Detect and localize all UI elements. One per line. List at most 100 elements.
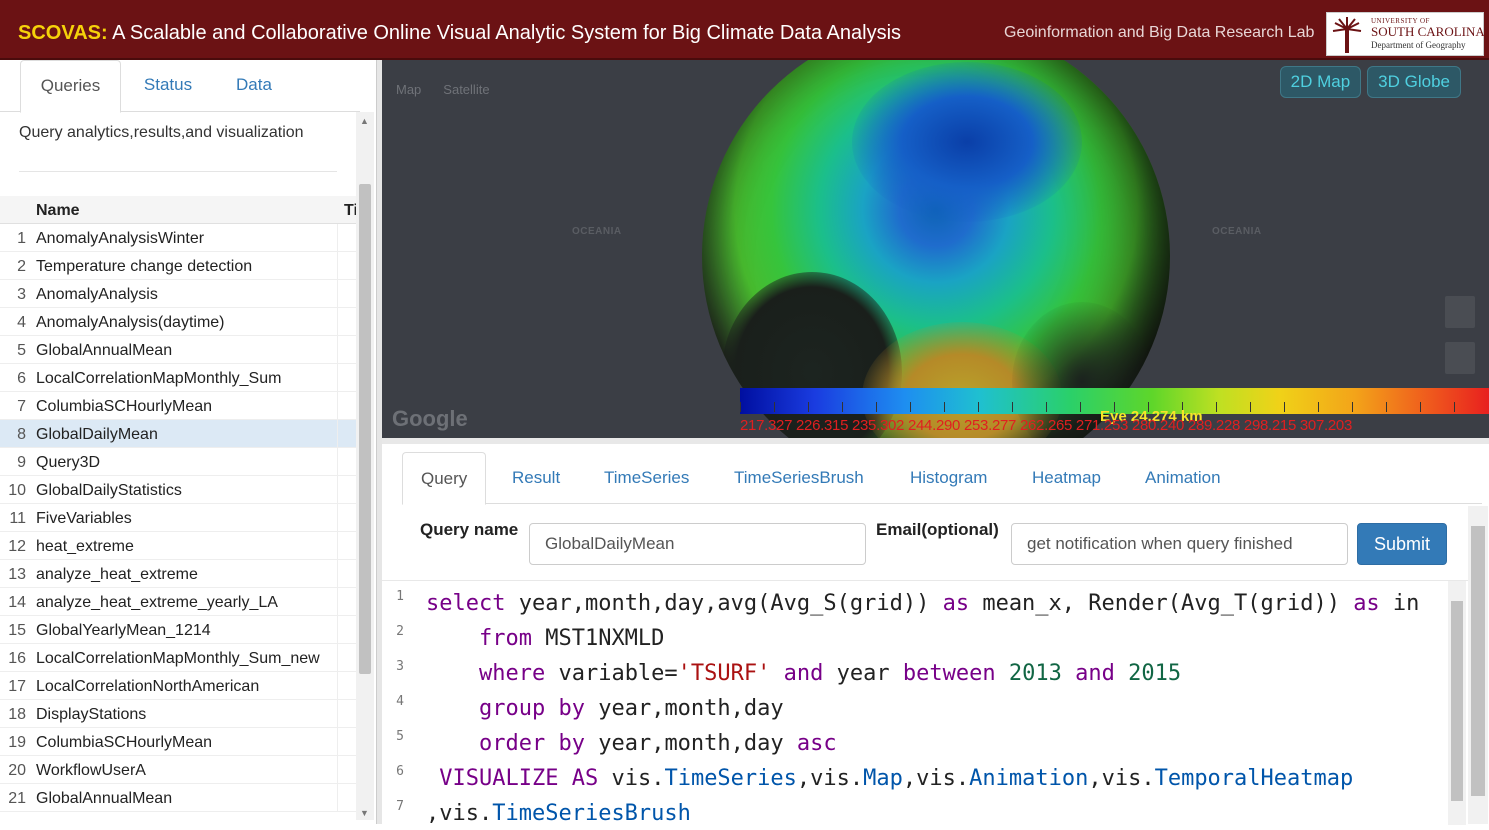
view-toggle: 2D Map 3D Globe [1274,66,1461,98]
table-row[interactable]: 5 GlobalAnnualMean [0,336,356,364]
legend-tick [774,402,775,412]
query-name: heat_extreme [36,538,134,555]
line-number: 3 [396,659,404,674]
query-name: analyze_heat_extreme_yearly_LA [36,594,278,611]
table-header: Name Ti [0,196,356,224]
map-type-satellite[interactable]: Satellite [443,82,489,97]
2d-map-button[interactable]: 2D Map [1279,66,1362,98]
table-row[interactable]: 19 ColumbiaSCHourlyMean [0,728,356,756]
email-input[interactable]: get notification when query finished [1011,523,1348,565]
legend-tick [842,402,843,412]
row-number: 8 [17,426,26,443]
tab-timeseries[interactable]: TimeSeries [604,452,689,504]
scroll-up-icon[interactable]: ▲ [360,116,369,126]
row-number: 15 [8,622,26,639]
legend-tick [978,402,979,412]
table-row[interactable]: 21 GlobalAnnualMean [0,784,356,812]
query-name: analyze_heat_extreme [36,566,198,583]
tab-heatmap[interactable]: Heatmap [1032,452,1101,504]
code-token: year,month,day [584,731,797,756]
divider [19,171,337,172]
query-name: AnomalyAnalysis(daytime) [36,314,225,331]
globe-cold-region [852,62,1082,222]
map-type-map[interactable]: Map [396,82,421,97]
table-row[interactable]: 17 LocalCorrelationNorthAmerican [0,672,356,700]
query-tabs: Query Result TimeSeries TimeSeriesBrush … [402,452,1482,505]
scroll-down-icon[interactable]: ▼ [360,808,369,818]
code-token: between [902,661,996,686]
code-line[interactable]: group by year,month,day [426,696,784,721]
column-header-name[interactable]: Name [36,202,80,220]
code-line[interactable]: VISUALIZE AS vis.TimeSeries,vis.Map,vis.… [426,766,1353,791]
table-row[interactable]: 7 ColumbiaSCHourlyMean [0,392,356,420]
code-line[interactable]: from MST1NXMLD [426,626,664,651]
tab-animation[interactable]: Animation [1145,452,1221,504]
table-row[interactable]: 10 GlobalDailyStatistics [0,476,356,504]
code-line[interactable]: select year,month,day,avg(Avg_S(grid)) a… [426,591,1419,616]
editor-scrollbar-thumb[interactable] [1451,601,1463,801]
map-type-control[interactable]: Map Satellite [396,82,490,97]
legend-tick [1250,402,1251,412]
table-row[interactable]: 13 analyze_heat_extreme [0,560,356,588]
row-number: 16 [8,650,26,667]
legend-tick [1454,402,1455,412]
submit-button[interactable]: Submit [1357,523,1447,565]
map-view[interactable]: Map Satellite OCEANIA OCEANIA 2D Map 3D Gl… [382,60,1489,438]
zoom-in-icon[interactable] [1445,342,1475,374]
row-number: 18 [8,706,26,723]
table-row[interactable]: 1 AnomalyAnalysisWinter [0,224,356,252]
code-token: order [478,731,546,756]
table-row[interactable]: 16 LocalCorrelationMapMonthly_Sum_new [0,644,356,672]
line-number: 1 [396,589,404,604]
palmetto-tree-icon [1332,17,1362,53]
tab-queries[interactable]: Queries [20,60,121,113]
left-tabs: Queries Status Data [0,60,360,113]
table-row[interactable]: 18 DisplayStations [0,700,356,728]
query-name: GlobalAnnualMean [36,342,173,359]
scrollbar-thumb[interactable] [359,184,371,674]
lab-name[interactable]: Geoinformation and Big Data Research Lab [1004,24,1314,42]
tab-timeseriesbrush[interactable]: TimeSeriesBrush [734,452,864,504]
tab-data[interactable]: Data [220,60,288,112]
editor-scrollbar[interactable] [1448,581,1466,825]
table-row[interactable]: 15 GlobalYearlyMean_1214 [0,616,356,644]
table-row[interactable]: 8 GlobalDailyMean [0,420,356,448]
table-row[interactable]: 2 Temperature change detection [0,252,356,280]
left-scrollbar[interactable]: ▲ ▼ [356,112,374,820]
tab-status[interactable]: Status [128,60,208,112]
table-row[interactable]: 20 WorkflowUserA [0,756,356,784]
column-header-second[interactable]: Ti [344,202,356,220]
code-token: vis. [598,766,665,791]
panel-scrollbar-thumb[interactable] [1471,526,1485,796]
code-token: year,month,day,avg(Avg_S(grid)) [505,591,943,616]
table-row[interactable]: 3 AnomalyAnalysis [0,280,356,308]
sql-editor[interactable]: 1 2 3 4 5 6 7 select year,month,day,avg(Avg_S(… [382,580,1468,830]
table-row[interactable]: 9 Query3D [0,448,356,476]
code-line[interactable]: where variable='TSURF' and year between … [426,661,1181,686]
table-row[interactable]: 6 LocalCorrelationMapMonthly_Sum [0,364,356,392]
panel-scrollbar[interactable] [1468,506,1488,824]
code-token: 2013 [1008,661,1062,686]
legend-tick [1420,402,1421,412]
table-row[interactable]: 12 heat_extreme [0,532,356,560]
query-name: GlobalAnnualMean [36,790,173,807]
tab-result[interactable]: Result [512,452,560,504]
line-number: 7 [396,799,404,814]
table-row[interactable]: 14 analyze_heat_extreme_yearly_LA [0,588,356,616]
tab-query[interactable]: Query [402,452,487,505]
code-line[interactable]: order by year,month,day asc [426,731,837,756]
3d-globe-button[interactable]: 3D Globe [1367,66,1461,98]
app-title-text: A Scalable and Collaborative Online Visu… [107,22,902,44]
table-row[interactable]: 4 AnomalyAnalysis(daytime) [0,308,356,336]
table-row[interactable]: 11 FiveVariables [0,504,356,532]
legend-tick [1284,402,1285,412]
climate-globe[interactable] [702,60,1170,438]
code-line[interactable]: ,vis.TimeSeriesBrush [426,801,691,826]
query-name-input[interactable]: GlobalDailyMean [529,523,866,565]
university-logo[interactable]: UNIVERSITY OF SOUTH CAROLINA Department … [1326,12,1485,56]
tab-histogram[interactable]: Histogram [910,452,987,504]
code-token: ,vis. [796,766,864,791]
street-view-icon[interactable] [1445,296,1475,328]
